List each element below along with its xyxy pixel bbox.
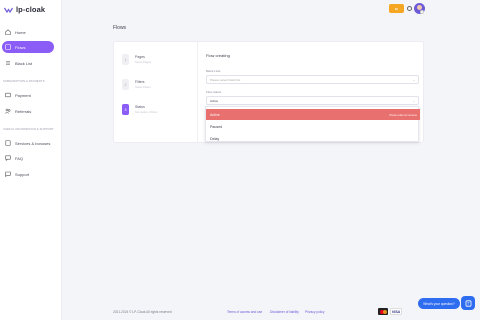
logo-text: lp-cloak <box>16 5 46 14</box>
sidebar-item-label: Support <box>15 171 30 177</box>
step-status[interactable]: 3 Status Set status of Flow <box>122 104 157 115</box>
flows-icon <box>5 44 11 50</box>
mastercard-icon <box>378 308 388 315</box>
chevron-down-icon: ⌄ <box>412 78 415 82</box>
option-label: Paused <box>210 124 223 129</box>
sidebar-item-support[interactable]: Support <box>2 168 54 180</box>
sidebar-item-label: Flows <box>15 44 26 50</box>
footer-copyright: 2021-2024 © LP-Cloak All rights reserved <box>113 310 172 314</box>
sidebar-item-label: FAQ <box>15 155 24 161</box>
steps-panel: 1 Pages Setup Pages 2 Filters Setup Filt… <box>114 42 198 142</box>
list-icon <box>5 60 11 66</box>
sidebar: lp-cloak Home Flows Black List Subscript… <box>0 0 62 320</box>
chat-button[interactable] <box>461 296 475 310</box>
visa-icon: VISA <box>390 308 402 315</box>
option-label: Delay <box>210 136 220 141</box>
home-icon <box>5 29 11 35</box>
step-number: 3 <box>122 104 129 115</box>
support-icon <box>5 171 11 177</box>
sidebar-item-services[interactable]: Services & bonuses <box>2 137 54 149</box>
sidebar-item-faq[interactable]: FAQ <box>2 152 54 164</box>
option-delay[interactable]: Delay <box>206 133 420 144</box>
sidebar-item-label: Black List <box>15 60 33 66</box>
footer-disclaimer-link[interactable]: Disclaimer of liability <box>270 310 299 314</box>
step-filters[interactable]: 2 Filters Setup Filters <box>122 79 151 90</box>
logo-icon <box>4 7 13 13</box>
black-lists-placeholder: Please select black list <box>210 77 241 82</box>
flow-status-value: Active <box>210 98 219 103</box>
footer-privacy-link[interactable]: Privacy policy <box>305 310 325 314</box>
chat-icon <box>465 299 472 307</box>
logo[interactable]: lp-cloak <box>4 5 45 14</box>
option-label: Active <box>210 112 220 117</box>
sidebar-item-label: Services & bonuses <box>15 140 51 146</box>
section-title-support: Useful information & support <box>3 127 54 131</box>
step-number: 1 <box>122 54 129 65</box>
status-dropdown: Active Press enter to remove Paused Dela… <box>205 106 420 144</box>
services-icon <box>5 140 11 146</box>
black-lists-select[interactable]: Please select black list ⌄ <box>206 75 419 84</box>
sidebar-item-referrals[interactable]: Referrals <box>2 105 54 117</box>
sidebar-item-label: Home <box>15 29 26 35</box>
form-title: Flow creating <box>206 53 230 58</box>
sidebar-item-label: Referrals <box>15 108 32 114</box>
sidebar-item-flows[interactable]: Flows <box>2 41 54 53</box>
sidebar-item-payment[interactable]: Payment <box>2 89 54 101</box>
black-lists-label: Black Lists <box>206 69 221 73</box>
globe-icon[interactable] <box>407 6 412 11</box>
sidebar-item-home[interactable]: Home <box>2 26 54 38</box>
step-sub: Setup Pages <box>135 60 152 64</box>
step-number: 2 <box>122 79 129 90</box>
flow-status-select[interactable]: Active ⌄ <box>206 96 419 105</box>
referrals-icon <box>5 108 11 114</box>
chat-bubble[interactable]: What's your question? <box>418 298 460 309</box>
sidebar-item-black-list[interactable]: Black List <box>2 57 54 69</box>
option-paused[interactable]: Paused <box>206 121 420 132</box>
faq-icon <box>5 155 11 161</box>
flow-status-label: Flow status <box>206 90 222 94</box>
option-hint: Press enter to remove <box>389 112 417 117</box>
option-active[interactable]: Active Press enter to remove <box>206 109 420 120</box>
payment-cards: VISA <box>378 308 402 315</box>
footer-terms-link[interactable]: Terms of access and use <box>227 310 262 314</box>
step-pages[interactable]: 1 Pages Setup Pages <box>122 54 151 65</box>
balance-button[interactable]: $0 <box>389 4 404 13</box>
avatar-status-icon <box>420 10 424 14</box>
section-title-subscription: Subscription & payments <box>3 79 45 83</box>
step-sub: Set status of Flow <box>135 110 158 114</box>
step-sub: Setup Filters <box>135 85 151 89</box>
card-icon <box>5 92 11 98</box>
sidebar-item-label: Payment <box>15 92 31 98</box>
page-title: Flows <box>113 25 127 31</box>
chevron-down-icon: ⌄ <box>412 99 415 103</box>
